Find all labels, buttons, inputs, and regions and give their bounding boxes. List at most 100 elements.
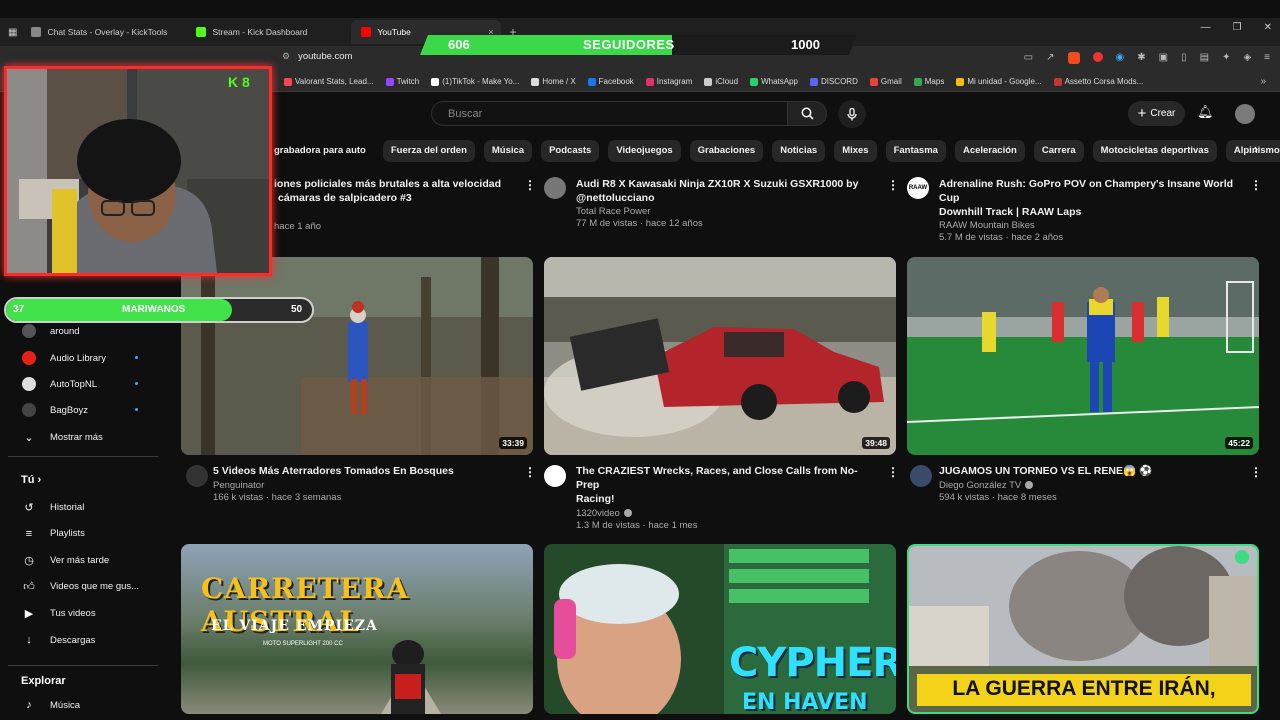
browser-menu-icon[interactable]: ≡ — [1264, 52, 1270, 64]
video-card-row2-1[interactable]: 5 Videos Más Aterradores Tomados En Bosq… — [213, 464, 513, 503]
channel-name[interactable]: 1320video — [576, 508, 876, 519]
video-thumbnail[interactable]: 39:48 — [544, 257, 896, 455]
window-close-icon[interactable]: ✕ — [1264, 22, 1272, 33]
bookmark-item[interactable]: Maps — [913, 77, 944, 86]
subscription-item[interactable]: BagBoyz — [22, 403, 88, 417]
screenshot-icon[interactable]: ▭ — [1024, 52, 1033, 64]
rewards-icon[interactable] — [1092, 52, 1103, 62]
bookmark-item[interactable]: Facebook — [587, 77, 634, 86]
sidebar-toggle-icon[interactable]: ▯ — [1181, 52, 1187, 64]
filter-chip[interactable]: Podcasts — [541, 140, 600, 162]
channel-name[interactable]: RAAW Mountain Bikes — [939, 220, 1244, 231]
filter-chip[interactable]: Fuerza del orden — [382, 140, 475, 162]
notifications-bell-icon[interactable]: 🔔︎ — [1197, 104, 1214, 120]
tab-chat-stats[interactable]: Chat Stats - Overlay - KickTools — [21, 20, 186, 44]
minimize-icon[interactable]: — — [1201, 22, 1211, 33]
bookmark-item[interactable]: Home / X — [531, 77, 576, 86]
filter-chip[interactable]: Motocicletas deportivas — [1092, 140, 1217, 162]
sidebar-item-music[interactable]: ♪ Música — [22, 698, 80, 712]
leo-icon[interactable]: ✦ — [1222, 52, 1230, 64]
video-thumbnail[interactable]: 33:39 — [181, 257, 533, 455]
subscription-item[interactable]: AutoTopNL — [22, 377, 97, 391]
filter-chip[interactable]: grabadora para auto — [274, 140, 374, 162]
channel-name[interactable]: Diego González TV — [939, 480, 1239, 491]
you-section-header[interactable]: Tú › — [21, 474, 41, 486]
channel-name[interactable]: Penguinator — [213, 480, 513, 491]
video-thumbnail[interactable]: CARRETERA AUSTRAL EL VIAJE EMPIEZA MOTO … — [181, 544, 533, 714]
bookmarks-overflow-icon[interactable]: » — [1260, 76, 1266, 87]
video-card-row1-2[interactable]: Audi R8 X Kawasaki Ninja ZX10R X Suzuki … — [576, 177, 876, 229]
more-options-icon[interactable]: ⋮ — [1250, 466, 1262, 478]
search-button[interactable] — [787, 101, 827, 126]
bookmark-item[interactable]: iCloud — [704, 77, 738, 86]
more-options-icon[interactable]: ⋮ — [524, 179, 536, 191]
video-card-row2-3[interactable]: JUGAMOS UN TORNEO VS EL RENE😱 ⚽ Diego Go… — [939, 464, 1239, 503]
brave-shields-icon[interactable] — [1067, 52, 1080, 64]
chevron-right-icon[interactable]: › — [1246, 141, 1266, 161]
bookmark-item[interactable]: Instagram — [645, 77, 692, 86]
filter-chip[interactable]: Noticias — [772, 140, 826, 162]
voice-search-button[interactable] — [838, 100, 866, 128]
audio-icon[interactable]: ◉ — [1116, 52, 1125, 64]
video-title[interactable]: Audi R8 X Kawasaki Ninja ZX10R X Suzuki … — [576, 177, 866, 205]
subscription-item[interactable]: around — [22, 324, 80, 338]
bookmark-item[interactable]: Assetto Corsa Mods... — [1053, 77, 1143, 86]
sidebar-item-liked-videos[interactable]: 👍︎ Videos que me gus... — [22, 580, 139, 594]
channel-avatar[interactable] — [544, 177, 566, 199]
extensions-icon[interactable]: ✱ — [1137, 52, 1145, 64]
sidebar-item-playlists[interactable]: ≡ Playlists — [22, 527, 85, 541]
more-options-icon[interactable]: ⋮ — [1250, 179, 1262, 191]
filter-chip[interactable]: Aceleración — [954, 140, 1025, 162]
video-card-row1-3[interactable]: Adrenaline Rush: GoPro POV on Champery's… — [939, 177, 1244, 243]
sidebar-item-your-videos[interactable]: ▶ Tus videos — [22, 606, 96, 620]
search-input[interactable]: Buscar — [431, 101, 787, 126]
subscription-item[interactable]: Audio Library — [22, 351, 106, 365]
maximize-icon[interactable]: ❐ — [1233, 22, 1242, 33]
sidebar-item-downloads[interactable]: ↓ Descargas — [22, 633, 95, 647]
filter-chip[interactable]: Mixes — [834, 140, 877, 162]
tab-grid-icon[interactable]: ▦ — [8, 27, 17, 38]
bookmark-item[interactable]: (1)TikTok - Make Yo... — [431, 77, 519, 86]
channel-avatar[interactable] — [910, 465, 932, 487]
video-thumbnail[interactable]: 45:22 — [907, 257, 1259, 455]
bookmark-item[interactable]: Valorant Stats, Lead... — [284, 77, 374, 86]
create-button[interactable]: + Crear — [1128, 101, 1185, 126]
channel-avatar[interactable] — [186, 465, 208, 487]
wallet-icon[interactable]: ▤ — [1200, 52, 1209, 64]
video-title[interactable]: Adrenaline Rush: GoPro POV on Champery's… — [939, 177, 1244, 219]
bookmark-item[interactable]: WhatsApp — [750, 77, 798, 86]
channel-avatar[interactable]: RAAW — [907, 177, 929, 199]
video-title[interactable]: JUGAMOS UN TORNEO VS EL RENE😱 ⚽ — [939, 464, 1229, 478]
share-icon[interactable]: ↗ — [1046, 52, 1054, 64]
video-thumbnail[interactable]: LA GUERRA ENTRE IRÁN, — [907, 544, 1259, 714]
channel-name[interactable]: Total Race Power — [576, 206, 876, 217]
bookmark-item[interactable]: Gmail — [869, 77, 902, 86]
filter-chip[interactable]: Música — [483, 140, 533, 162]
show-more-button[interactable]: ⌄ Mostrar más — [22, 430, 102, 444]
video-title[interactable]: 5 Videos Más Aterradores Tomados En Bosq… — [213, 464, 503, 478]
filter-chip[interactable]: Fantasma — [885, 140, 946, 162]
sidebar-item-watch-later[interactable]: ◷ Ver más tarde — [22, 553, 109, 567]
more-options-icon[interactable]: ⋮ — [887, 466, 899, 478]
bookmark-item[interactable]: DISCORD — [809, 77, 858, 86]
channel-avatar[interactable] — [544, 465, 566, 487]
video-thumbnail[interactable]: CYPHER EN HAVEN — [544, 544, 896, 714]
cast-icon[interactable]: ▣ — [1159, 52, 1168, 64]
video-title[interactable]: The CRAZIEST Wrecks, Races, and Close Ca… — [576, 464, 866, 506]
filter-chip[interactable]: Grabaciones — [689, 140, 764, 162]
video-card-row2-2[interactable]: The CRAZIEST Wrecks, Races, and Close Ca… — [576, 464, 876, 531]
bookmark-item[interactable]: Mi unidad - Google... — [956, 77, 1042, 86]
video-card-row1-1[interactable]: iones policiales más brutales a alta vel… — [274, 177, 534, 232]
site-settings-icon[interactable]: ⚙ — [282, 51, 290, 62]
tab-kick-dashboard[interactable]: Stream - Kick Dashboard — [186, 20, 351, 44]
bookmark-item[interactable]: Twitch — [385, 77, 419, 86]
more-options-icon[interactable]: ⋮ — [524, 466, 536, 478]
account-avatar[interactable] — [1235, 104, 1255, 124]
sidebar-item-history[interactable]: ↺ Historial — [22, 500, 84, 514]
video-title[interactable]: iones policiales más brutales a alta vel… — [274, 177, 534, 205]
more-options-icon[interactable]: ⋮ — [887, 179, 899, 191]
filter-chip[interactable]: Videojuegos — [608, 140, 681, 162]
filter-chip[interactable]: Carrera — [1033, 140, 1084, 162]
url-field[interactable]: ⚙ youtube.com — [282, 51, 352, 62]
vpn-icon[interactable]: ◈ — [1243, 52, 1251, 64]
